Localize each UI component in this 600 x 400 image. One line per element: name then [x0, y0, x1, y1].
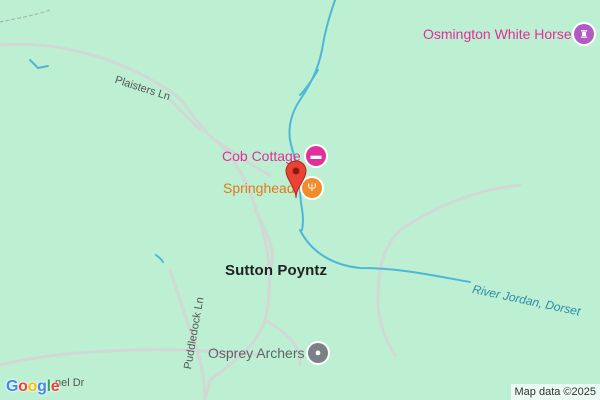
map-attribution[interactable]: Map data ©2025	[510, 384, 600, 400]
stream-west	[29, 59, 49, 70]
boundary-line	[0, 9, 51, 23]
label-sutton-poyntz[interactable]: Sutton Poyntz	[225, 262, 327, 279]
stream-branch	[299, 69, 319, 96]
label-road-partial: nel Dr	[55, 377, 85, 389]
monument-icon[interactable]: ♜	[574, 24, 594, 44]
map-base-layer	[0, 0, 522, 400]
pond	[155, 254, 164, 263]
location-pin-icon[interactable]	[285, 160, 307, 200]
place-dot-icon[interactable]: ●	[308, 343, 328, 363]
label-osmington-white-horse[interactable]: Osmington White Horse	[423, 26, 572, 42]
label-osprey-archers[interactable]: Osprey Archers	[208, 345, 304, 361]
google-logo: Google	[6, 378, 60, 395]
label-springhead[interactable]: Springhead	[223, 180, 295, 196]
map-canvas[interactable]: Osmington White Horse ♜ Plaisters Ln Cob…	[0, 0, 600, 400]
bed-icon[interactable]: ▬	[306, 146, 326, 166]
